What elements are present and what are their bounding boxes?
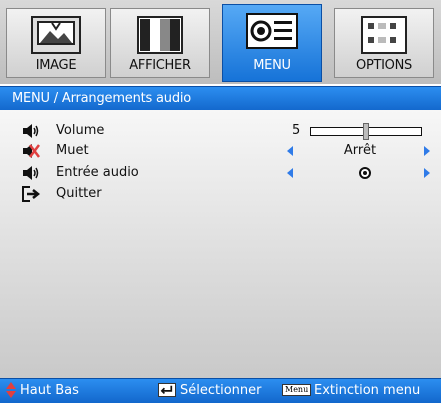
audio-input-row[interactable]: Entrée audio	[0, 162, 441, 184]
audio-input-label: Entrée audio	[56, 165, 139, 180]
page-title: MENU / Arrangements audio	[12, 91, 192, 106]
audio-input-left-arrow-icon[interactable]	[287, 168, 293, 178]
audio-input-icon	[23, 166, 39, 180]
footer-bar: Haut Bas Sélectionner Menu Extinction me…	[0, 378, 441, 403]
footer-select-hint: Sélectionner	[180, 383, 262, 398]
tab-menu[interactable]: MENU	[222, 4, 322, 82]
tab-bar: IMAGE AFFICHER MENU OPTIONS	[0, 0, 441, 84]
audio-input-radio-icon[interactable]	[359, 167, 371, 179]
settings-panel: Volume 5 Muet Arrêt Entrée audio Quitter	[0, 110, 441, 378]
projector-icon	[246, 13, 298, 49]
options-icon	[361, 16, 407, 54]
mute-left-arrow-icon[interactable]	[287, 146, 293, 156]
display-icon	[137, 16, 183, 54]
menu-key-icon: Menu	[282, 384, 312, 396]
quit-label: Quitter	[56, 186, 102, 201]
tab-afficher[interactable]: AFFICHER	[110, 8, 210, 78]
volume-slider[interactable]	[310, 123, 422, 140]
menu-title-bar: MENU / Arrangements audio	[0, 86, 441, 111]
tab-options-label: OPTIONS	[356, 58, 412, 73]
volume-label: Volume	[56, 123, 105, 138]
tab-menu-label: MENU	[253, 58, 291, 73]
tab-image[interactable]: IMAGE	[6, 8, 106, 78]
audio-input-right-arrow-icon[interactable]	[424, 168, 430, 178]
up-down-arrows-icon	[6, 382, 16, 398]
volume-row[interactable]: Volume 5	[0, 120, 441, 142]
enter-key-icon	[158, 383, 176, 397]
footer-exit-hint: Extinction menu	[314, 383, 421, 398]
tab-options[interactable]: OPTIONS	[334, 8, 434, 78]
mute-row[interactable]: Muet Arrêt	[0, 140, 441, 162]
exit-icon	[22, 186, 40, 202]
footer-nav-hint: Haut Bas	[20, 383, 79, 398]
mute-right-arrow-icon[interactable]	[424, 146, 430, 156]
volume-slider-thumb[interactable]	[363, 123, 369, 140]
osd-menu: IMAGE AFFICHER MENU OPTIONS MENU / Arran…	[0, 0, 441, 403]
volume-value: 5	[292, 123, 301, 138]
mute-speaker-icon	[23, 144, 40, 158]
quit-row[interactable]: Quitter	[0, 183, 441, 205]
image-icon	[31, 16, 81, 54]
mute-value: Arrêt	[343, 143, 377, 158]
speaker-icon	[23, 124, 39, 138]
tab-afficher-label: AFFICHER	[129, 58, 191, 73]
tab-image-label: IMAGE	[35, 58, 77, 73]
mute-label: Muet	[56, 143, 89, 158]
